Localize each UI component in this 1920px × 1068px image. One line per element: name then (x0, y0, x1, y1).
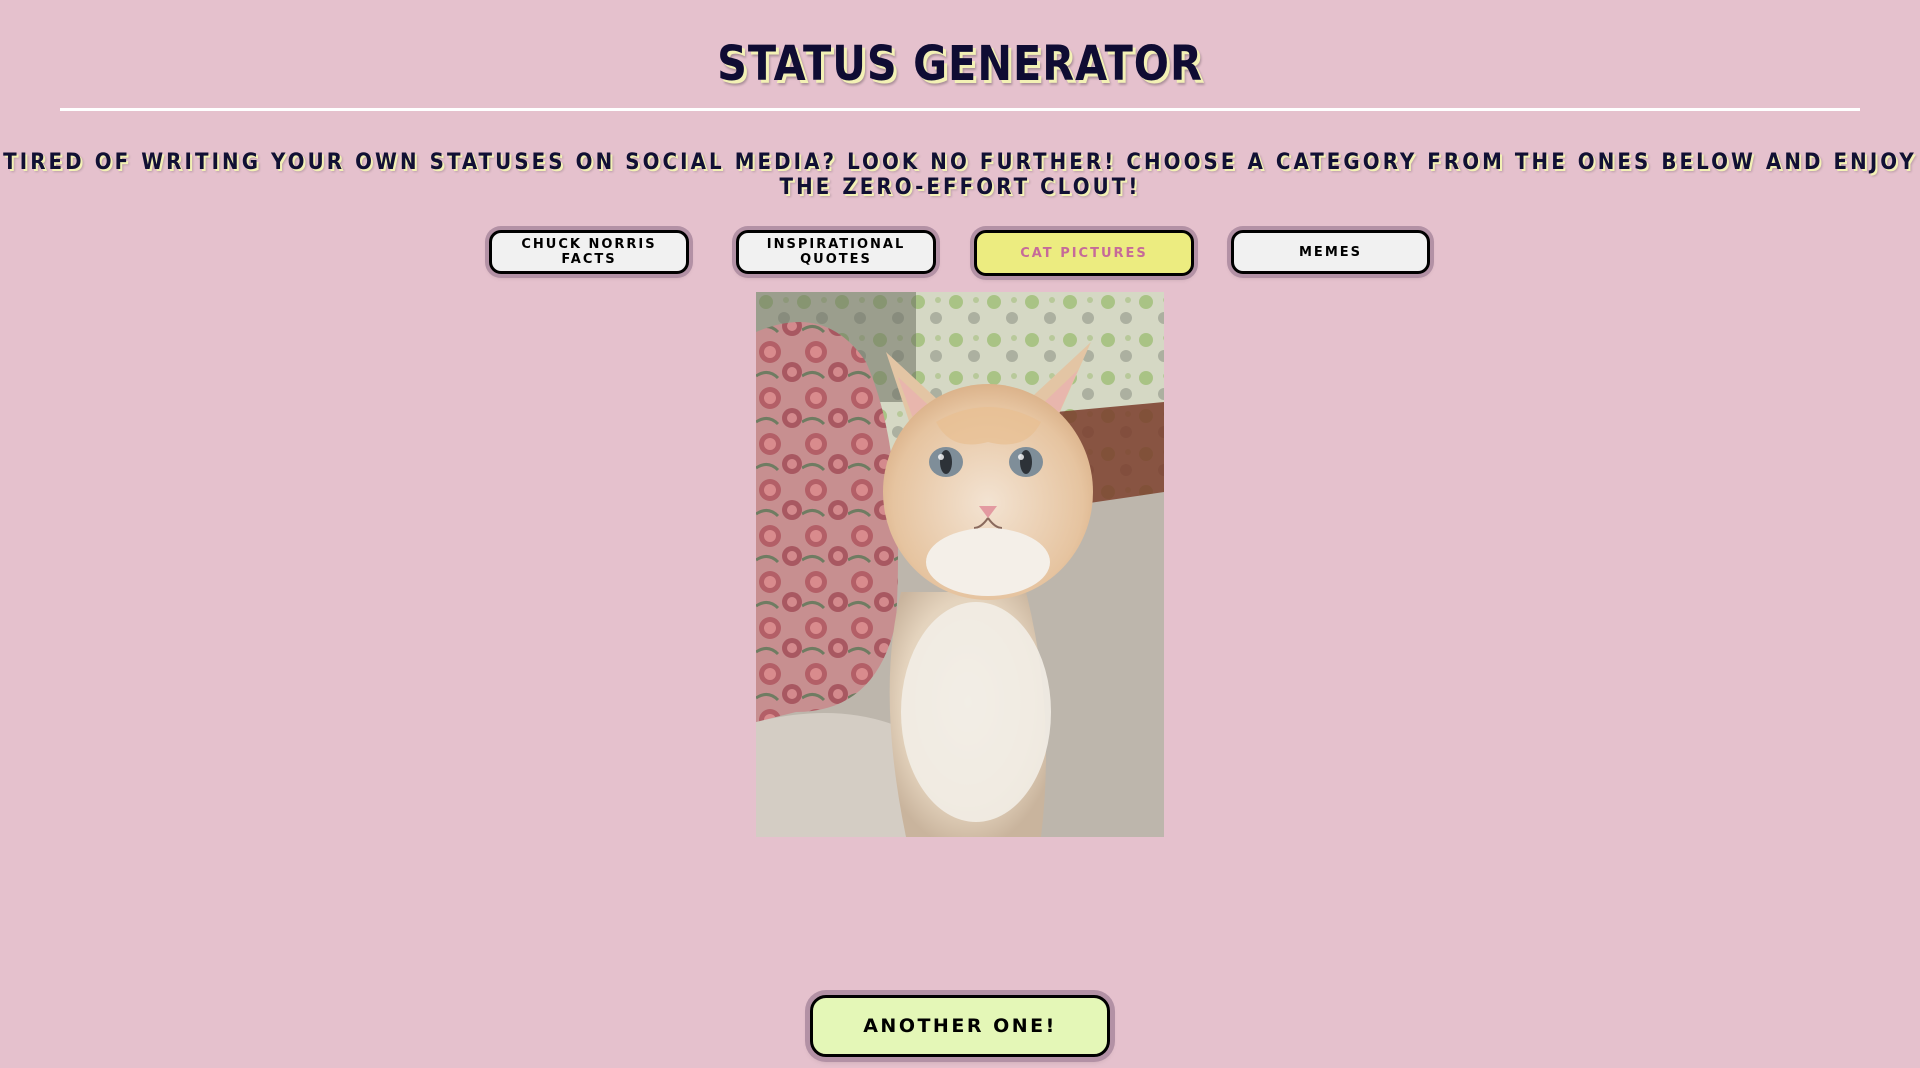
memes-button[interactable]: MEMES (1231, 230, 1430, 274)
cat-pictures-button[interactable]: CAT PICTURES (974, 230, 1194, 276)
cat-photo-illustration (756, 292, 1164, 837)
another-one-button[interactable]: ANOTHER ONE! (810, 995, 1110, 1057)
cat-photo (756, 292, 1164, 837)
tagline: TIRED OF WRITING YOUR OWN STATUSES ON SO… (3, 150, 1917, 200)
page-title: STATUS GENERATOR (717, 34, 1203, 92)
header-divider (60, 108, 1860, 111)
inspirational-quotes-button[interactable]: INSPIRATIONAL QUOTES (736, 230, 936, 274)
chuck-norris-facts-button[interactable]: CHUCK NORRIS FACTS (489, 230, 689, 274)
